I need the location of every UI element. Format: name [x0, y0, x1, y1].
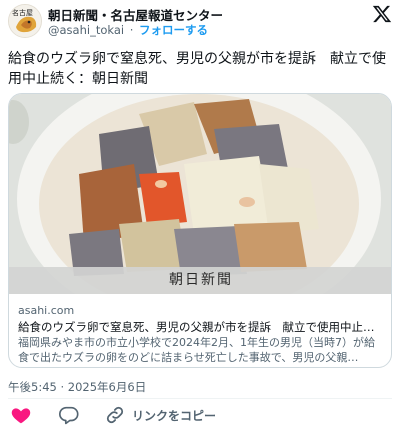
heart-icon	[11, 408, 31, 424]
avatar[interactable]: 名古屋	[8, 4, 42, 38]
link-icon	[106, 406, 124, 424]
link-card[interactable]: 朝日新聞 asahi.com 給食のウズラ卵で窒息死、男児の父親が市を提訴 献立…	[8, 93, 392, 368]
avatar-logo-text: 名古屋	[12, 8, 33, 17]
tweet-header: 名古屋 朝日新聞・名古屋報道センター @asahi_tokai · フォローする	[0, 0, 400, 44]
reply-button[interactable]	[58, 404, 80, 426]
tweet-text: 給食のウズラ卵で窒息死、男児の父親が市を提訴 献立で使用中止続く：朝日新聞	[8, 51, 386, 87]
handle-row: @asahi_tokai · フォローする	[48, 22, 208, 38]
copy-link-label: リンクをコピー	[132, 408, 217, 423]
x-logo-icon[interactable]	[372, 4, 392, 24]
food-photo	[9, 94, 391, 329]
tweet-timestamp[interactable]: 午後5:45 · 2025年6月6日	[8, 379, 146, 395]
follow-button[interactable]: フォローする	[139, 23, 208, 37]
like-button[interactable]	[10, 404, 32, 426]
action-bar: リンクをコピー	[0, 404, 400, 428]
card-brand-bar: 朝日新聞	[9, 267, 391, 294]
card-description: 福岡県みやま市の市立小学校で2024年2月、1年生の男児（当時7）が給食で出たウ…	[18, 336, 375, 364]
divider	[8, 398, 392, 399]
card-domain: asahi.com	[18, 304, 75, 317]
avatar-logo-icon: 名古屋	[9, 5, 41, 37]
card-title: 給食のウズラ卵で窒息死、男児の父親が市を提訴 献立で使用中止続…	[18, 320, 384, 334]
separator-dot: ·	[129, 23, 134, 37]
copy-link-button[interactable]: リンクをコピー	[104, 404, 216, 426]
author-handle[interactable]: @asahi_tokai	[48, 23, 124, 37]
card-image	[9, 94, 391, 329]
reply-icon	[59, 406, 79, 425]
